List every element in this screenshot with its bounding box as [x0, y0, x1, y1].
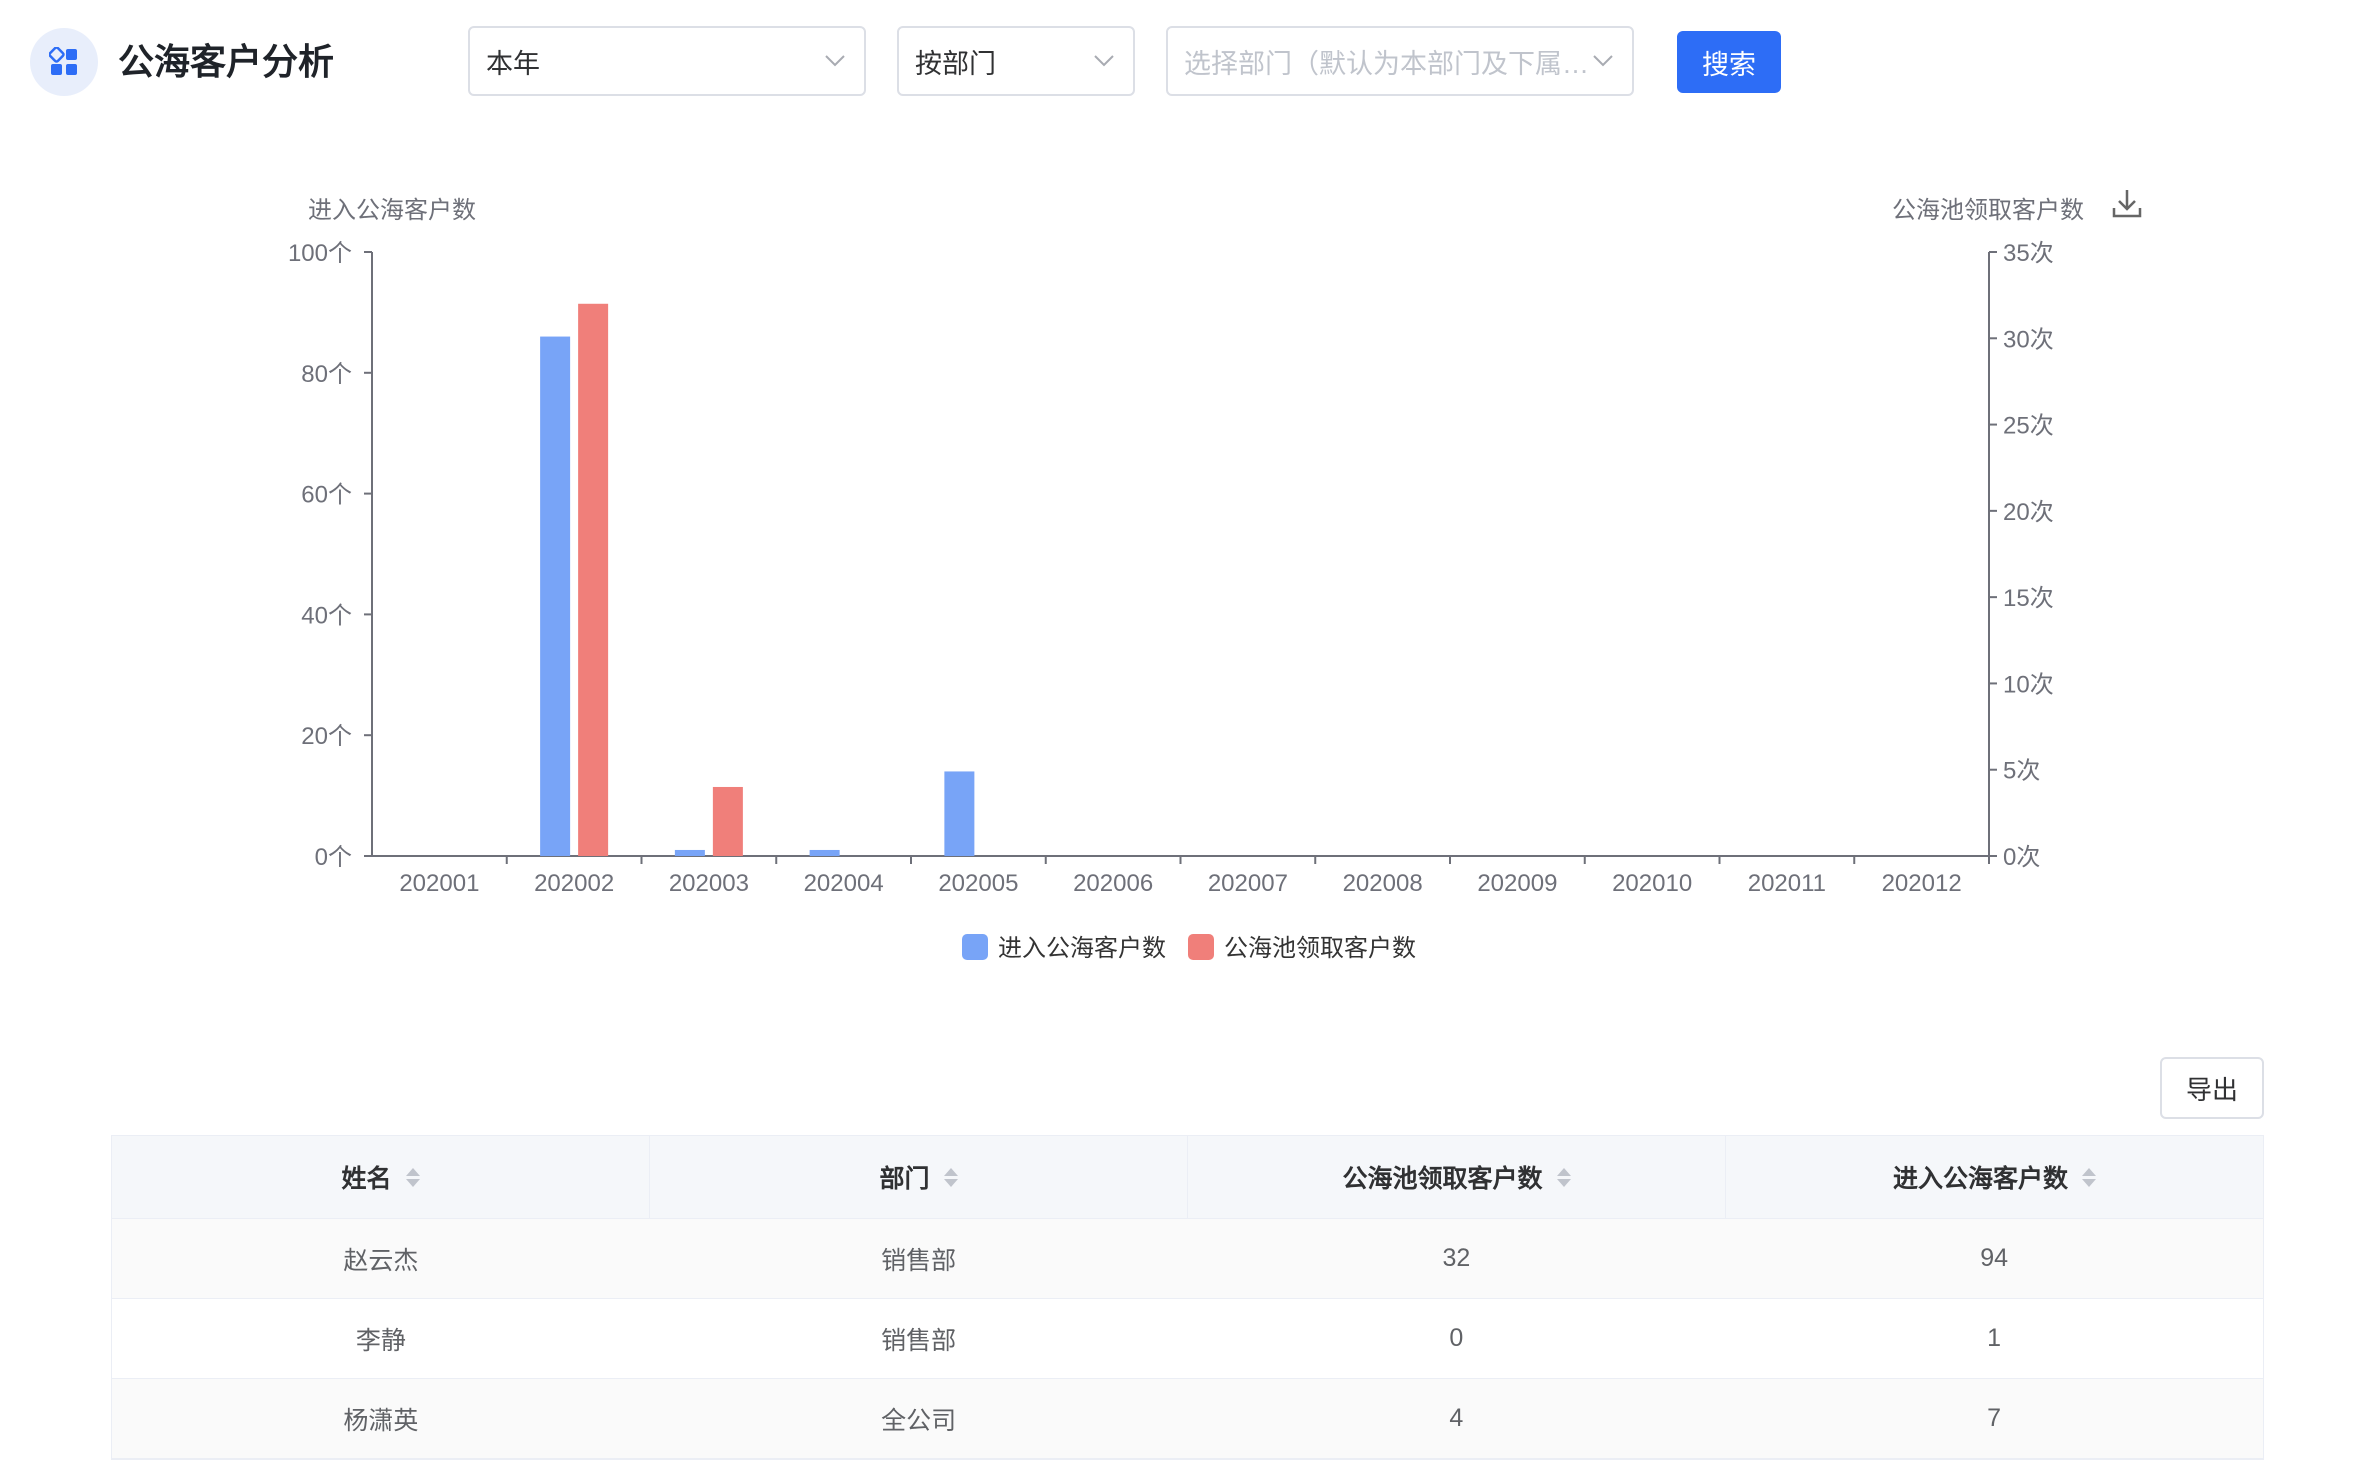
group-select-value: 按部门 [915, 48, 996, 79]
column-header-entered[interactable]: 进入公海客户数 [1726, 1136, 2263, 1218]
y-tick-label-left: 80个 [301, 361, 352, 388]
y-tick-label-right: 35次 [2003, 240, 2054, 267]
x-tick-label: 202001 [399, 870, 479, 897]
y-tick-label-left: 20个 [301, 723, 352, 750]
cell-department: 销售部 [881, 1246, 957, 1275]
cell-entered: 7 [1987, 1404, 2002, 1432]
sort-icon[interactable] [2082, 1167, 2096, 1187]
y-tick-label-right: 5次 [2003, 758, 2040, 785]
legend-swatch-claimed [1188, 934, 1214, 960]
legend-label-entered: 进入公海客户数 [998, 935, 1166, 962]
x-tick-label: 202006 [1073, 870, 1153, 897]
cell-entered: 94 [1980, 1244, 2009, 1272]
grid-icon [49, 47, 77, 75]
table-row[interactable]: 李静 销售部 0 1 [112, 1299, 2263, 1379]
department-select[interactable]: 选择部门（默认为本部门及下属部... [1166, 26, 1634, 96]
cell-claimed: 4 [1449, 1404, 1464, 1432]
column-header-claimed[interactable]: 公海池领取客户数 [1188, 1136, 1726, 1218]
cell-entered: 1 [1987, 1324, 2002, 1352]
chevron-down-icon [822, 48, 848, 74]
table-header: 姓名 部门 公海池领取客户数 进入公海客户数 [112, 1136, 2263, 1219]
legend-swatch-entered [962, 934, 988, 960]
chevron-down-icon [1091, 48, 1117, 74]
y-tick-label-right: 10次 [2003, 671, 2054, 698]
cell-claimed: 0 [1449, 1324, 1464, 1352]
data-table: 姓名 部门 公海池领取客户数 进入公海客户数 赵云杰 销售部 32 94 李静 … [111, 1135, 2264, 1460]
cell-name: 李静 [355, 1326, 406, 1355]
x-tick-label: 202012 [1882, 870, 1962, 897]
download-icon[interactable] [2110, 186, 2144, 220]
cell-department: 销售部 [881, 1326, 957, 1355]
x-tick-label: 202003 [669, 870, 749, 897]
x-tick-label: 202009 [1477, 870, 1557, 897]
period-select-value: 本年 [486, 48, 540, 79]
cell-name: 赵云杰 [343, 1246, 419, 1275]
x-tick-label: 202010 [1612, 870, 1692, 897]
chart: 进入公海客户数 公海池领取客户数0个20个40个60个80个100个0次5次10次… [288, 197, 2084, 962]
y-tick-label-left: 40个 [301, 602, 352, 629]
x-tick-label: 202011 [1748, 870, 1826, 897]
y-tick-label-left: 60个 [301, 482, 352, 509]
y-axis-right-label: 公海池领取客户数 [1892, 197, 2084, 224]
x-tick-label: 202008 [1343, 870, 1423, 897]
bar-entered [674, 849, 705, 856]
sort-icon[interactable] [943, 1167, 958, 1187]
column-header-department[interactable]: 部门 [650, 1136, 1188, 1218]
y-tick-label-right: 20次 [2003, 499, 2054, 526]
group-select[interactable]: 按部门 [897, 26, 1135, 96]
y-axis-left-label: 进入公海客户数 [308, 197, 476, 224]
table-row[interactable]: 杨潇英 全公司 4 7 [112, 1379, 2263, 1459]
app-icon [30, 28, 98, 96]
page-title: 公海客户分析 [118, 41, 335, 82]
x-tick-label: 202005 [938, 870, 1018, 897]
cell-department: 全公司 [881, 1406, 957, 1435]
y-tick-label-left: 0个 [315, 844, 352, 871]
bar-entered [540, 336, 571, 856]
bar-claimed [578, 303, 609, 856]
sort-icon[interactable] [405, 1167, 420, 1187]
y-tick-label-right: 0次 [2003, 844, 2040, 871]
x-tick-label: 202002 [534, 870, 614, 897]
y-tick-label-right: 30次 [2003, 326, 2054, 353]
x-tick-label: 202004 [804, 870, 884, 897]
sort-icon[interactable] [1556, 1167, 1571, 1187]
legend-label-claimed: 公海池领取客户数 [1224, 935, 1416, 962]
y-tick-label-right: 25次 [2003, 413, 2054, 440]
search-button[interactable]: 搜索 [1677, 31, 1781, 93]
bar-claimed [712, 786, 743, 856]
x-tick-label: 202007 [1208, 870, 1288, 897]
bar-entered [809, 849, 840, 856]
period-select[interactable]: 本年 [468, 26, 866, 96]
table-row[interactable]: 赵云杰 销售部 32 94 [112, 1219, 2263, 1299]
column-header-name[interactable]: 姓名 [112, 1136, 650, 1218]
department-select-placeholder: 选择部门（默认为本部门及下属部... [1184, 48, 1590, 79]
cell-claimed: 32 [1442, 1244, 1471, 1272]
export-button[interactable]: 导出 [2160, 1057, 2264, 1119]
bar-entered [944, 771, 975, 856]
cell-name: 杨潇英 [343, 1406, 419, 1435]
y-tick-label-right: 15次 [2003, 585, 2054, 612]
chevron-down-icon [1590, 48, 1616, 74]
y-tick-label-left: 100个 [288, 240, 352, 267]
